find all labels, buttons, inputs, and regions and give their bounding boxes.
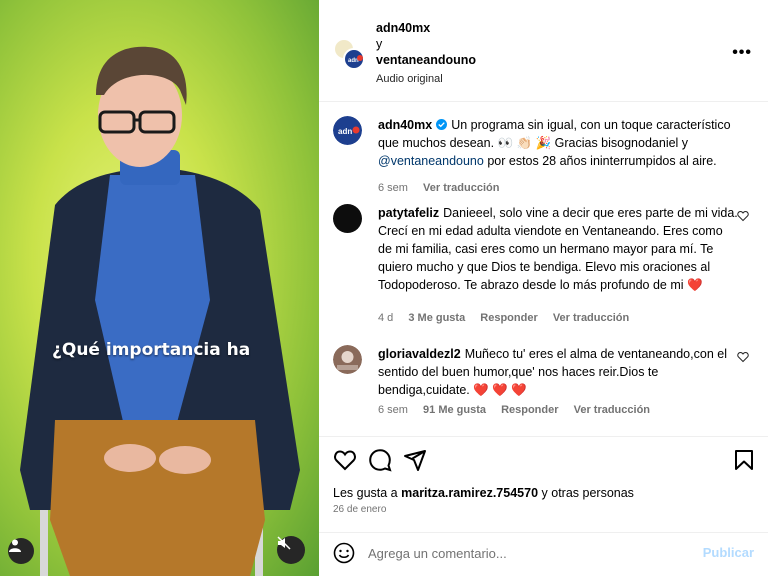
author-username-2[interactable]: ventaneandouno: [376, 52, 476, 68]
comment-username[interactable]: gloriavaldezl2: [378, 347, 461, 361]
comment-like-icon[interactable]: [737, 351, 749, 363]
caption-time[interactable]: 6 sem: [378, 182, 408, 194]
comment-time[interactable]: 6 sem: [378, 404, 408, 416]
comment-username[interactable]: patytafeliz: [378, 206, 439, 220]
post-authors: adn40mx y ventaneandouno Audio original: [376, 20, 476, 87]
comment-reply-button[interactable]: Responder: [501, 404, 558, 416]
comment-translate[interactable]: Ver traducción: [553, 312, 629, 324]
comment-input[interactable]: Agrega un comentario...: [368, 546, 507, 561]
caption-body-2: por estos 28 años ininterrumpidos al air…: [487, 154, 717, 168]
authors-joiner: y: [376, 37, 383, 51]
comment-text: patytafeliz Danieeel, solo vine a decir q…: [378, 204, 738, 294]
likes-user[interactable]: maritza.ramirez.754570: [401, 486, 538, 500]
likes-summary: Les gusta a maritza.ramirez.754570 y otr…: [333, 486, 634, 500]
comment-reply-button[interactable]: Responder: [480, 312, 537, 324]
author-username-1[interactable]: adn40mx: [376, 20, 476, 36]
audio-label[interactable]: Audio original: [376, 71, 476, 87]
video-frame-illustration: [20, 46, 300, 576]
post-actions: Les gusta a maritza.ramirez.754570 y otr…: [319, 436, 768, 544]
caption-translate[interactable]: Ver traducción: [423, 182, 499, 194]
post-date[interactable]: 26 de enero: [333, 504, 386, 515]
instagram-post-modal: ¿Qué importancia ha adn adn40mx y ventan…: [0, 0, 768, 576]
more-options-button[interactable]: •••: [732, 44, 752, 62]
collab-avatars[interactable]: adn: [333, 38, 365, 70]
comment-bubble-icon[interactable]: [368, 448, 392, 472]
comment-emoji: ❤️: [687, 278, 703, 292]
comment-time[interactable]: 4 d: [378, 312, 393, 324]
caption-text: adn40mx Un programa sin igual, con un toq…: [378, 116, 738, 170]
paper-plane-icon[interactable]: [403, 448, 427, 472]
comment-text: gloriavaldezl2 Muñeco tu' eres el alma de…: [378, 345, 738, 399]
comment-like-icon[interactable]: [737, 210, 749, 222]
comment-meta: 6 sem 91 Me gusta Responder Ver traducci…: [378, 404, 662, 416]
post-header: adn adn40mx y ventaneandouno Audio origi…: [319, 0, 768, 102]
speaker-muted-icon: [277, 536, 291, 550]
comment-likes[interactable]: 91 Me gusta: [423, 404, 486, 416]
add-comment-bar: Agrega un comentario... Publicar: [319, 532, 768, 576]
likes-prefix: Les gusta a: [333, 486, 398, 500]
avatar[interactable]: [333, 204, 362, 233]
bookmark-icon[interactable]: [732, 448, 756, 472]
heart-icon[interactable]: [333, 448, 357, 472]
more-dots-icon: •••: [732, 44, 752, 61]
publish-button[interactable]: Publicar: [703, 545, 754, 560]
video-caption: ¿Qué importancia ha: [52, 340, 251, 360]
likes-suffix[interactable]: y otras personas: [542, 486, 634, 500]
comment-likes[interactable]: 3 Me gusta: [408, 312, 465, 324]
comments-list[interactable]: adn adn40mx Un programa sin igual, con un…: [319, 103, 768, 435]
post-video[interactable]: ¿Qué importancia ha: [0, 0, 319, 576]
comment-translate[interactable]: Ver traducción: [574, 404, 650, 416]
smiley-icon[interactable]: [333, 542, 355, 564]
person-icon: [9, 539, 21, 552]
avatar[interactable]: [333, 345, 362, 374]
post-details-panel: adn adn40mx y ventaneandouno Audio origi…: [319, 0, 768, 576]
avatar[interactable]: adn: [333, 116, 362, 145]
caption-mention[interactable]: @ventaneandouno: [378, 154, 484, 168]
tagged-users-button[interactable]: [8, 538, 34, 564]
mute-button[interactable]: [277, 536, 305, 564]
caption-username[interactable]: adn40mx: [378, 118, 432, 132]
comment-meta: 4 d 3 Me gusta Responder Ver traducción: [378, 312, 641, 324]
comment-emoji: ❤️ ❤️ ❤️: [473, 383, 527, 397]
verified-badge-icon: [436, 119, 448, 130]
svg-text:adn: adn: [338, 127, 352, 136]
caption-meta: 6 sem Ver traducción: [378, 182, 511, 194]
